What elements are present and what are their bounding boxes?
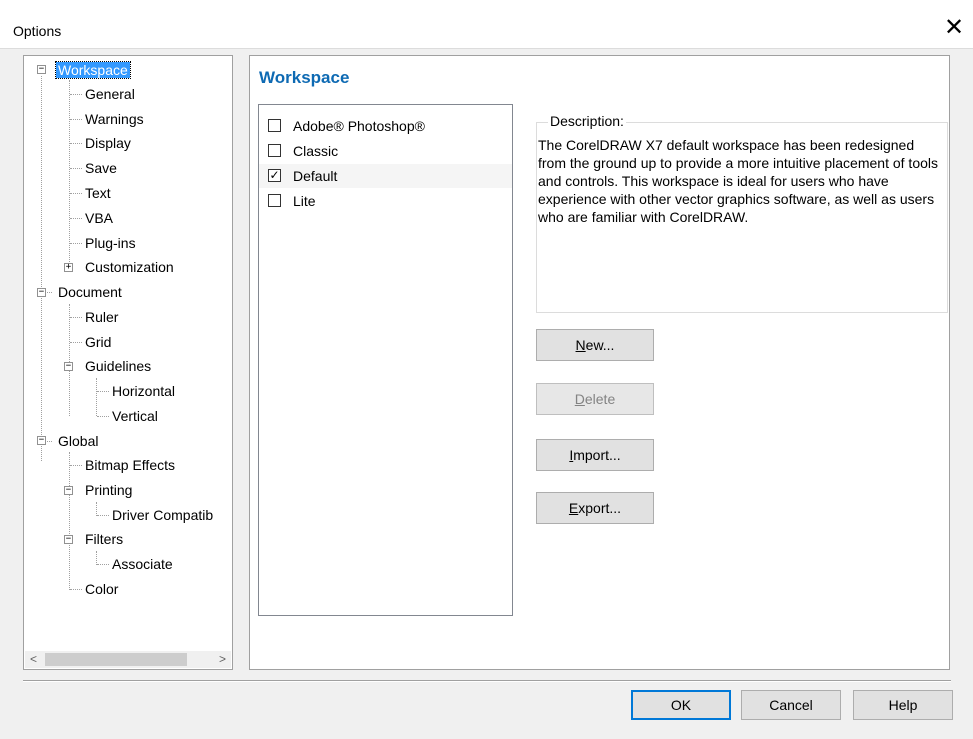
title-divider — [0, 48, 973, 49]
tree-connector — [69, 80, 70, 268]
tree-item-printing[interactable]: Printing — [83, 479, 134, 501]
tree-connector — [96, 378, 97, 416]
tree-item-ruler[interactable]: Ruler — [83, 306, 120, 328]
tree-connector — [97, 515, 109, 516]
scroll-left-icon[interactable]: < — [25, 651, 42, 668]
tree-item-workspace[interactable]: Workspace — [55, 59, 131, 81]
tree-item-associate[interactable]: Associate — [110, 553, 175, 575]
collapse-icon[interactable]: − — [64, 535, 73, 544]
tree-item-text[interactable]: Text — [83, 182, 113, 204]
tree-item-customization[interactable]: Customization — [83, 256, 176, 278]
collapse-icon[interactable]: − — [37, 436, 46, 445]
collapse-icon[interactable]: − — [37, 65, 46, 74]
delete-button[interactable]: Delete — [536, 383, 654, 415]
list-item[interactable]: Classic — [259, 139, 512, 163]
tree-connector — [70, 317, 82, 318]
options-tree[interactable]: − + − − − − − Workspace General Warnings… — [23, 55, 233, 670]
export-button[interactable]: Export... — [536, 492, 654, 524]
tree-item-global[interactable]: Global — [56, 430, 100, 452]
list-item[interactable]: Lite — [259, 189, 512, 213]
tree-horizontal-scrollbar[interactable]: < > — [25, 651, 231, 668]
import-button[interactable]: Import... — [536, 439, 654, 471]
tree-connector — [97, 564, 109, 565]
tree-item-driver-compatibility[interactable]: Driver Compatib — [110, 504, 215, 526]
tree-connector — [70, 193, 82, 194]
tree-connector — [70, 243, 82, 244]
list-item[interactable]: ✓ Default — [259, 164, 512, 188]
tree-item-save[interactable]: Save — [83, 157, 119, 179]
tree-connector — [70, 218, 82, 219]
checkbox[interactable] — [268, 119, 281, 132]
tree-connector — [96, 502, 97, 516]
tree-connector — [70, 168, 82, 169]
close-icon[interactable]: ✕ — [941, 14, 967, 40]
collapse-icon[interactable]: − — [64, 362, 73, 371]
new-button[interactable]: New... — [536, 329, 654, 361]
tree-connector — [69, 304, 70, 416]
collapse-icon[interactable]: − — [37, 288, 46, 297]
tree-item-document[interactable]: Document — [56, 281, 124, 303]
tree-connector — [41, 76, 42, 461]
cancel-button[interactable]: Cancel — [741, 690, 841, 720]
tree-item-guidelines[interactable]: Guidelines — [83, 355, 153, 377]
tree-connector — [70, 119, 82, 120]
tree-item-horizontal[interactable]: Horizontal — [110, 380, 177, 402]
title-bar: Options ✕ — [0, 0, 973, 48]
tree-item-grid[interactable]: Grid — [83, 331, 113, 353]
tree-connector — [97, 416, 109, 417]
tree-item-filters[interactable]: Filters — [83, 528, 125, 550]
description-label: Description: — [548, 113, 626, 129]
window-title: Options — [13, 23, 62, 39]
tree-connector — [69, 452, 70, 590]
workspace-page: Workspace Adobe® Photoshop® Classic ✓ De… — [249, 55, 950, 670]
tree-item-warnings[interactable]: Warnings — [83, 108, 146, 130]
tree-item-general[interactable]: General — [83, 83, 137, 105]
description-text: The CorelDRAW X7 default workspace has b… — [538, 137, 938, 225]
scrollbar-thumb[interactable] — [45, 653, 187, 666]
tree-connector — [70, 589, 82, 590]
ok-button[interactable]: OK — [631, 690, 731, 720]
tree-connector — [70, 342, 82, 343]
tree-connector — [70, 143, 82, 144]
page-title: Workspace — [259, 68, 350, 87]
workspace-list[interactable]: Adobe® Photoshop® Classic ✓ Default Lite — [258, 104, 513, 616]
tree-item-bitmap-effects[interactable]: Bitmap Effects — [83, 454, 177, 476]
tree-item-vba[interactable]: VBA — [83, 207, 115, 229]
tree-item-vertical[interactable]: Vertical — [110, 405, 160, 427]
tree-connector — [96, 551, 97, 565]
tree-item-color[interactable]: Color — [83, 578, 120, 600]
tree-connector — [70, 94, 82, 95]
expand-icon[interactable]: + — [64, 263, 73, 272]
tree-item-display[interactable]: Display — [83, 132, 133, 154]
collapse-icon[interactable]: − — [64, 486, 73, 495]
checkbox-checked[interactable]: ✓ — [268, 169, 281, 182]
help-button[interactable]: Help — [853, 690, 953, 720]
tree-item-plug-ins[interactable]: Plug-ins — [83, 232, 138, 254]
checkbox[interactable] — [268, 194, 281, 207]
scroll-right-icon[interactable]: > — [214, 651, 231, 668]
tree-connector — [97, 391, 109, 392]
options-dialog: Options ✕ − + − − − − − Workspace Genera… — [0, 0, 973, 739]
list-item[interactable]: Adobe® Photoshop® — [259, 114, 512, 138]
footer-divider-highlight — [23, 681, 951, 682]
tree-connector — [70, 465, 82, 466]
checkbox[interactable] — [268, 144, 281, 157]
